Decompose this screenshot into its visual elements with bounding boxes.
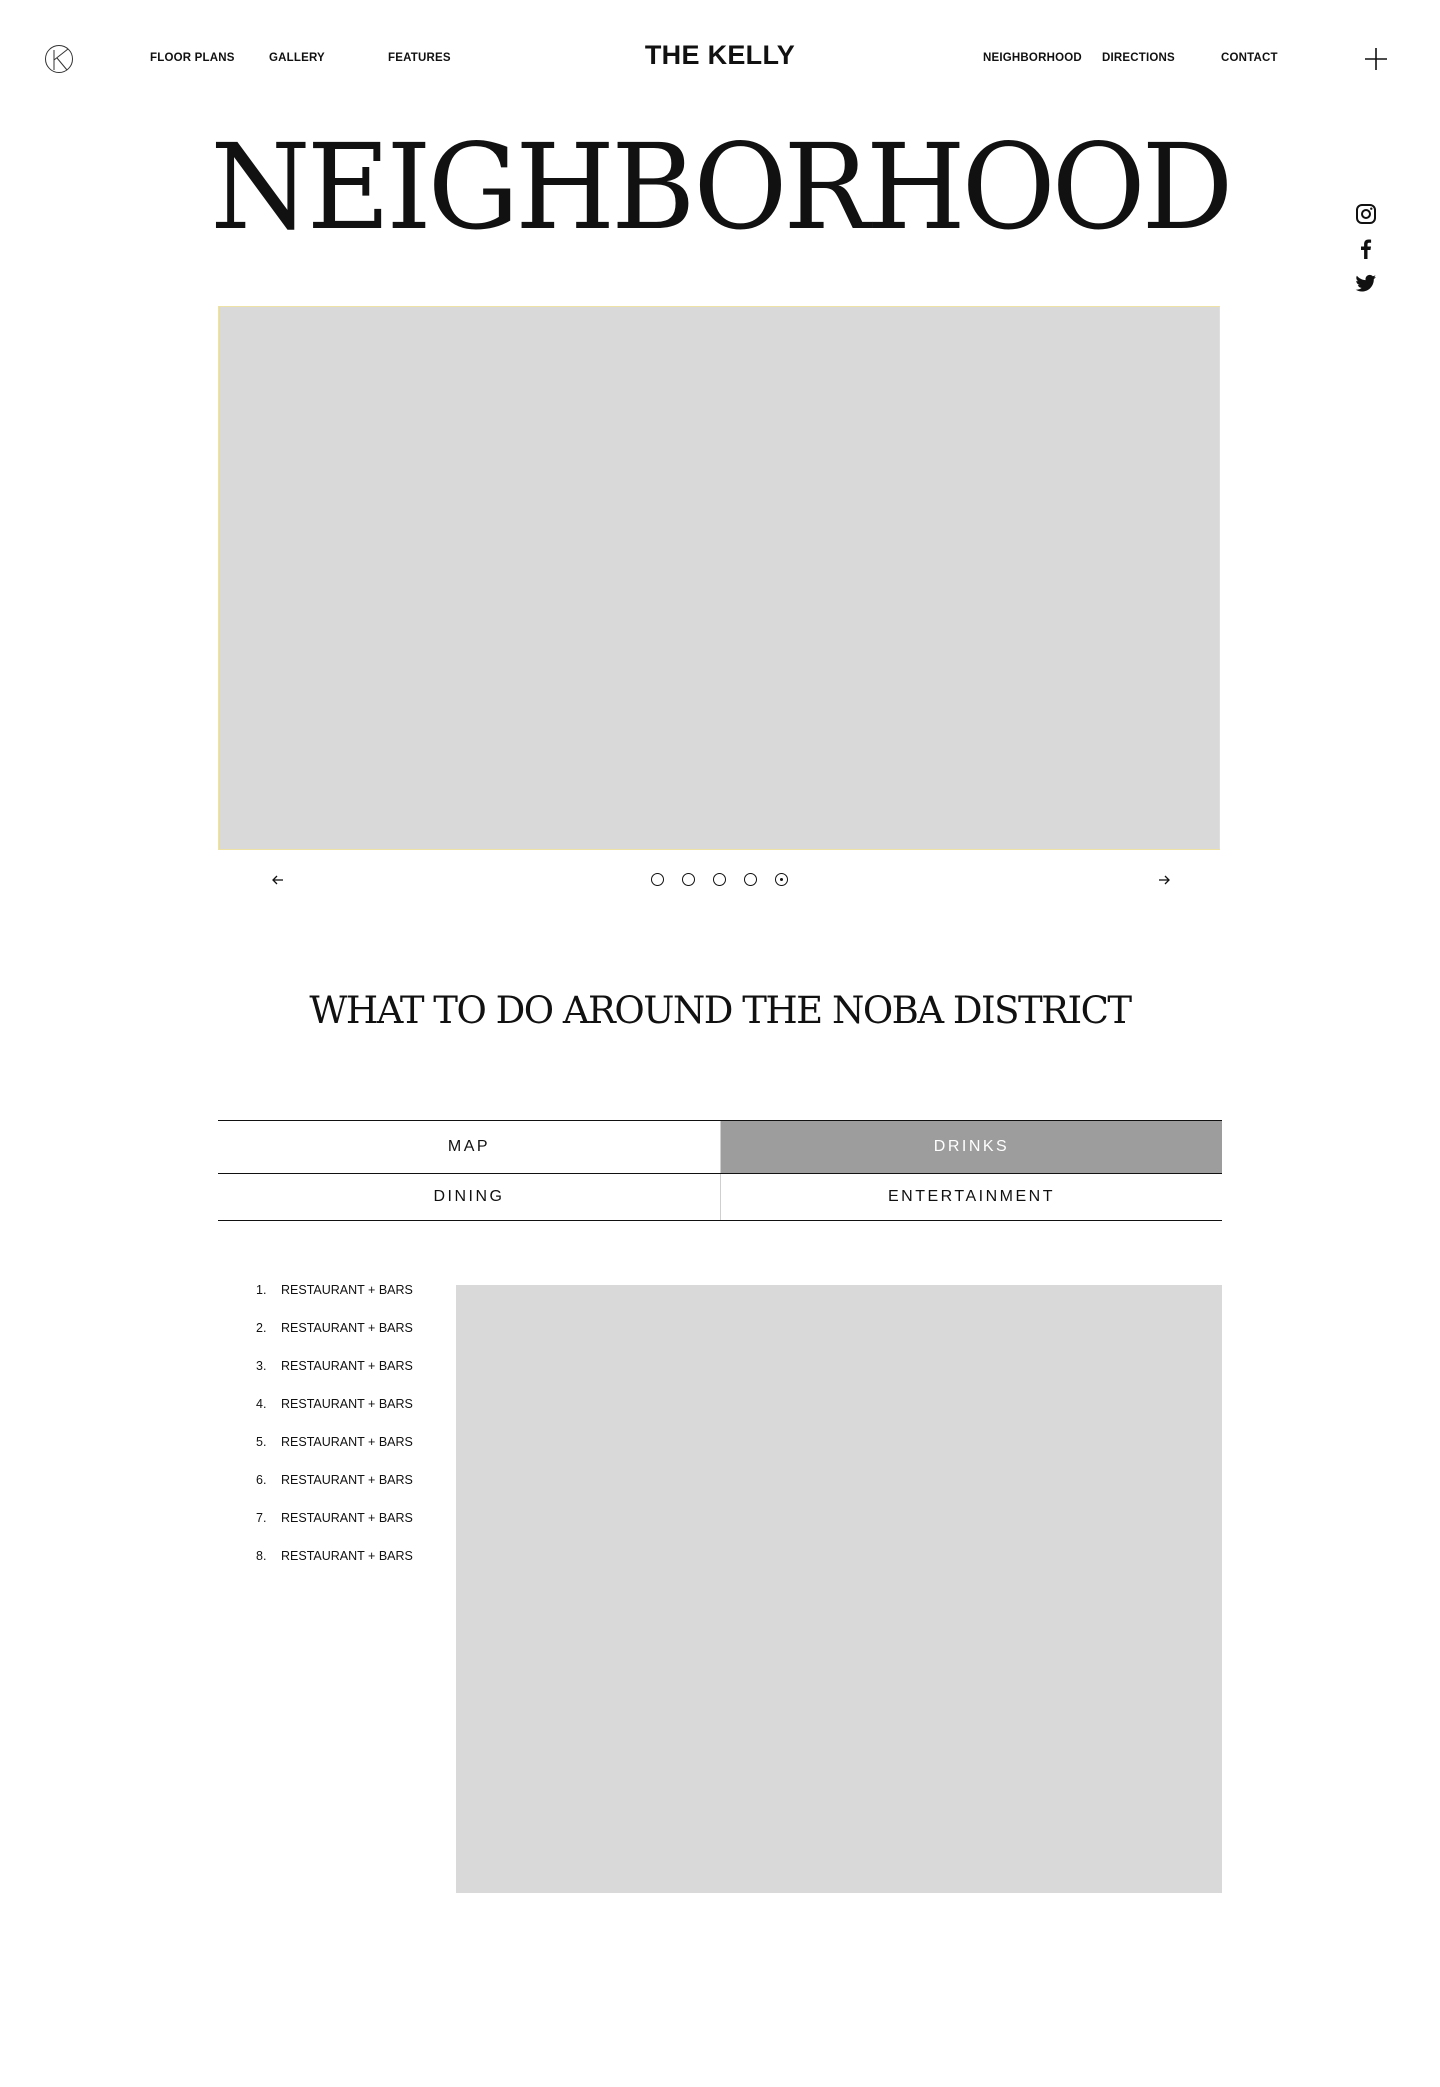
list-item-label: RESTAURANT + BARS	[281, 1473, 413, 1487]
nav-neighborhood[interactable]: NEIGHBORHOOD	[983, 52, 1082, 64]
list-item-label: RESTAURANT + BARS	[281, 1549, 413, 1563]
nav-directions[interactable]: DIRECTIONS	[1102, 52, 1175, 64]
list-item[interactable]: 2. RESTAURANT + BARS	[256, 1321, 413, 1335]
arrow-right-icon[interactable]	[1154, 870, 1174, 890]
list-item[interactable]: 7. RESTAURANT + BARS	[256, 1511, 413, 1525]
list-item-number: 2.	[256, 1321, 267, 1335]
list-item-number: 7.	[256, 1511, 267, 1525]
tab-entertainment[interactable]: ENTERTAINMENT	[721, 1174, 1222, 1220]
tab-drinks[interactable]: DRINKS	[721, 1121, 1222, 1173]
carousel-dot-3[interactable]	[713, 873, 726, 886]
tabs-divider-vertical-2	[720, 1174, 721, 1220]
carousel-dot-1[interactable]	[651, 873, 664, 886]
list-item-label: RESTAURANT + BARS	[281, 1321, 413, 1335]
list-item-number: 3.	[256, 1359, 267, 1373]
tabs-divider-vertical-1	[720, 1121, 721, 1173]
list-item-number: 6.	[256, 1473, 267, 1487]
map-image-placeholder	[456, 1285, 1222, 1893]
list-item[interactable]: 3. RESTAURANT + BARS	[256, 1359, 413, 1373]
facebook-icon[interactable]	[1354, 237, 1378, 261]
list-item-label: RESTAURANT + BARS	[281, 1435, 413, 1449]
list-item-label: RESTAURANT + BARS	[281, 1283, 413, 1297]
list-item-label: RESTAURANT + BARS	[281, 1359, 413, 1373]
plus-icon[interactable]	[1363, 46, 1389, 72]
list-item[interactable]: 5. RESTAURANT + BARS	[256, 1435, 413, 1449]
section-title: WHAT TO DO AROUND THE NOBA DISTRICT	[309, 989, 1132, 1032]
list-item-label: RESTAURANT + BARS	[281, 1397, 413, 1411]
list-item-number: 1.	[256, 1283, 267, 1297]
arrow-left-icon[interactable]	[268, 870, 288, 890]
carousel-dot-2[interactable]	[682, 873, 695, 886]
list-item-label: RESTAURANT + BARS	[281, 1511, 413, 1525]
list-item-number: 5.	[256, 1435, 267, 1449]
tab-dining[interactable]: DINING	[218, 1174, 720, 1220]
carousel-dot-4[interactable]	[744, 873, 757, 886]
carousel-image-placeholder	[218, 306, 1220, 850]
tabs-bottom-divider	[218, 1220, 1222, 1221]
list-item[interactable]: 4. RESTAURANT + BARS	[256, 1397, 413, 1411]
list-item-number: 4.	[256, 1397, 267, 1411]
instagram-icon[interactable]	[1354, 202, 1378, 226]
page-title: NEIGHBORHOOD	[210, 118, 1233, 256]
carousel-dot-5[interactable]	[775, 873, 788, 886]
tab-map[interactable]: MAP	[218, 1121, 720, 1173]
nav-contact[interactable]: CONTACT	[1221, 52, 1278, 64]
list-item[interactable]: 1. RESTAURANT + BARS	[256, 1283, 413, 1297]
twitter-icon[interactable]	[1354, 271, 1378, 295]
list-item[interactable]: 6. RESTAURANT + BARS	[256, 1473, 413, 1487]
list-item-number: 8.	[256, 1549, 267, 1563]
list-item[interactable]: 8. RESTAURANT + BARS	[256, 1549, 413, 1563]
